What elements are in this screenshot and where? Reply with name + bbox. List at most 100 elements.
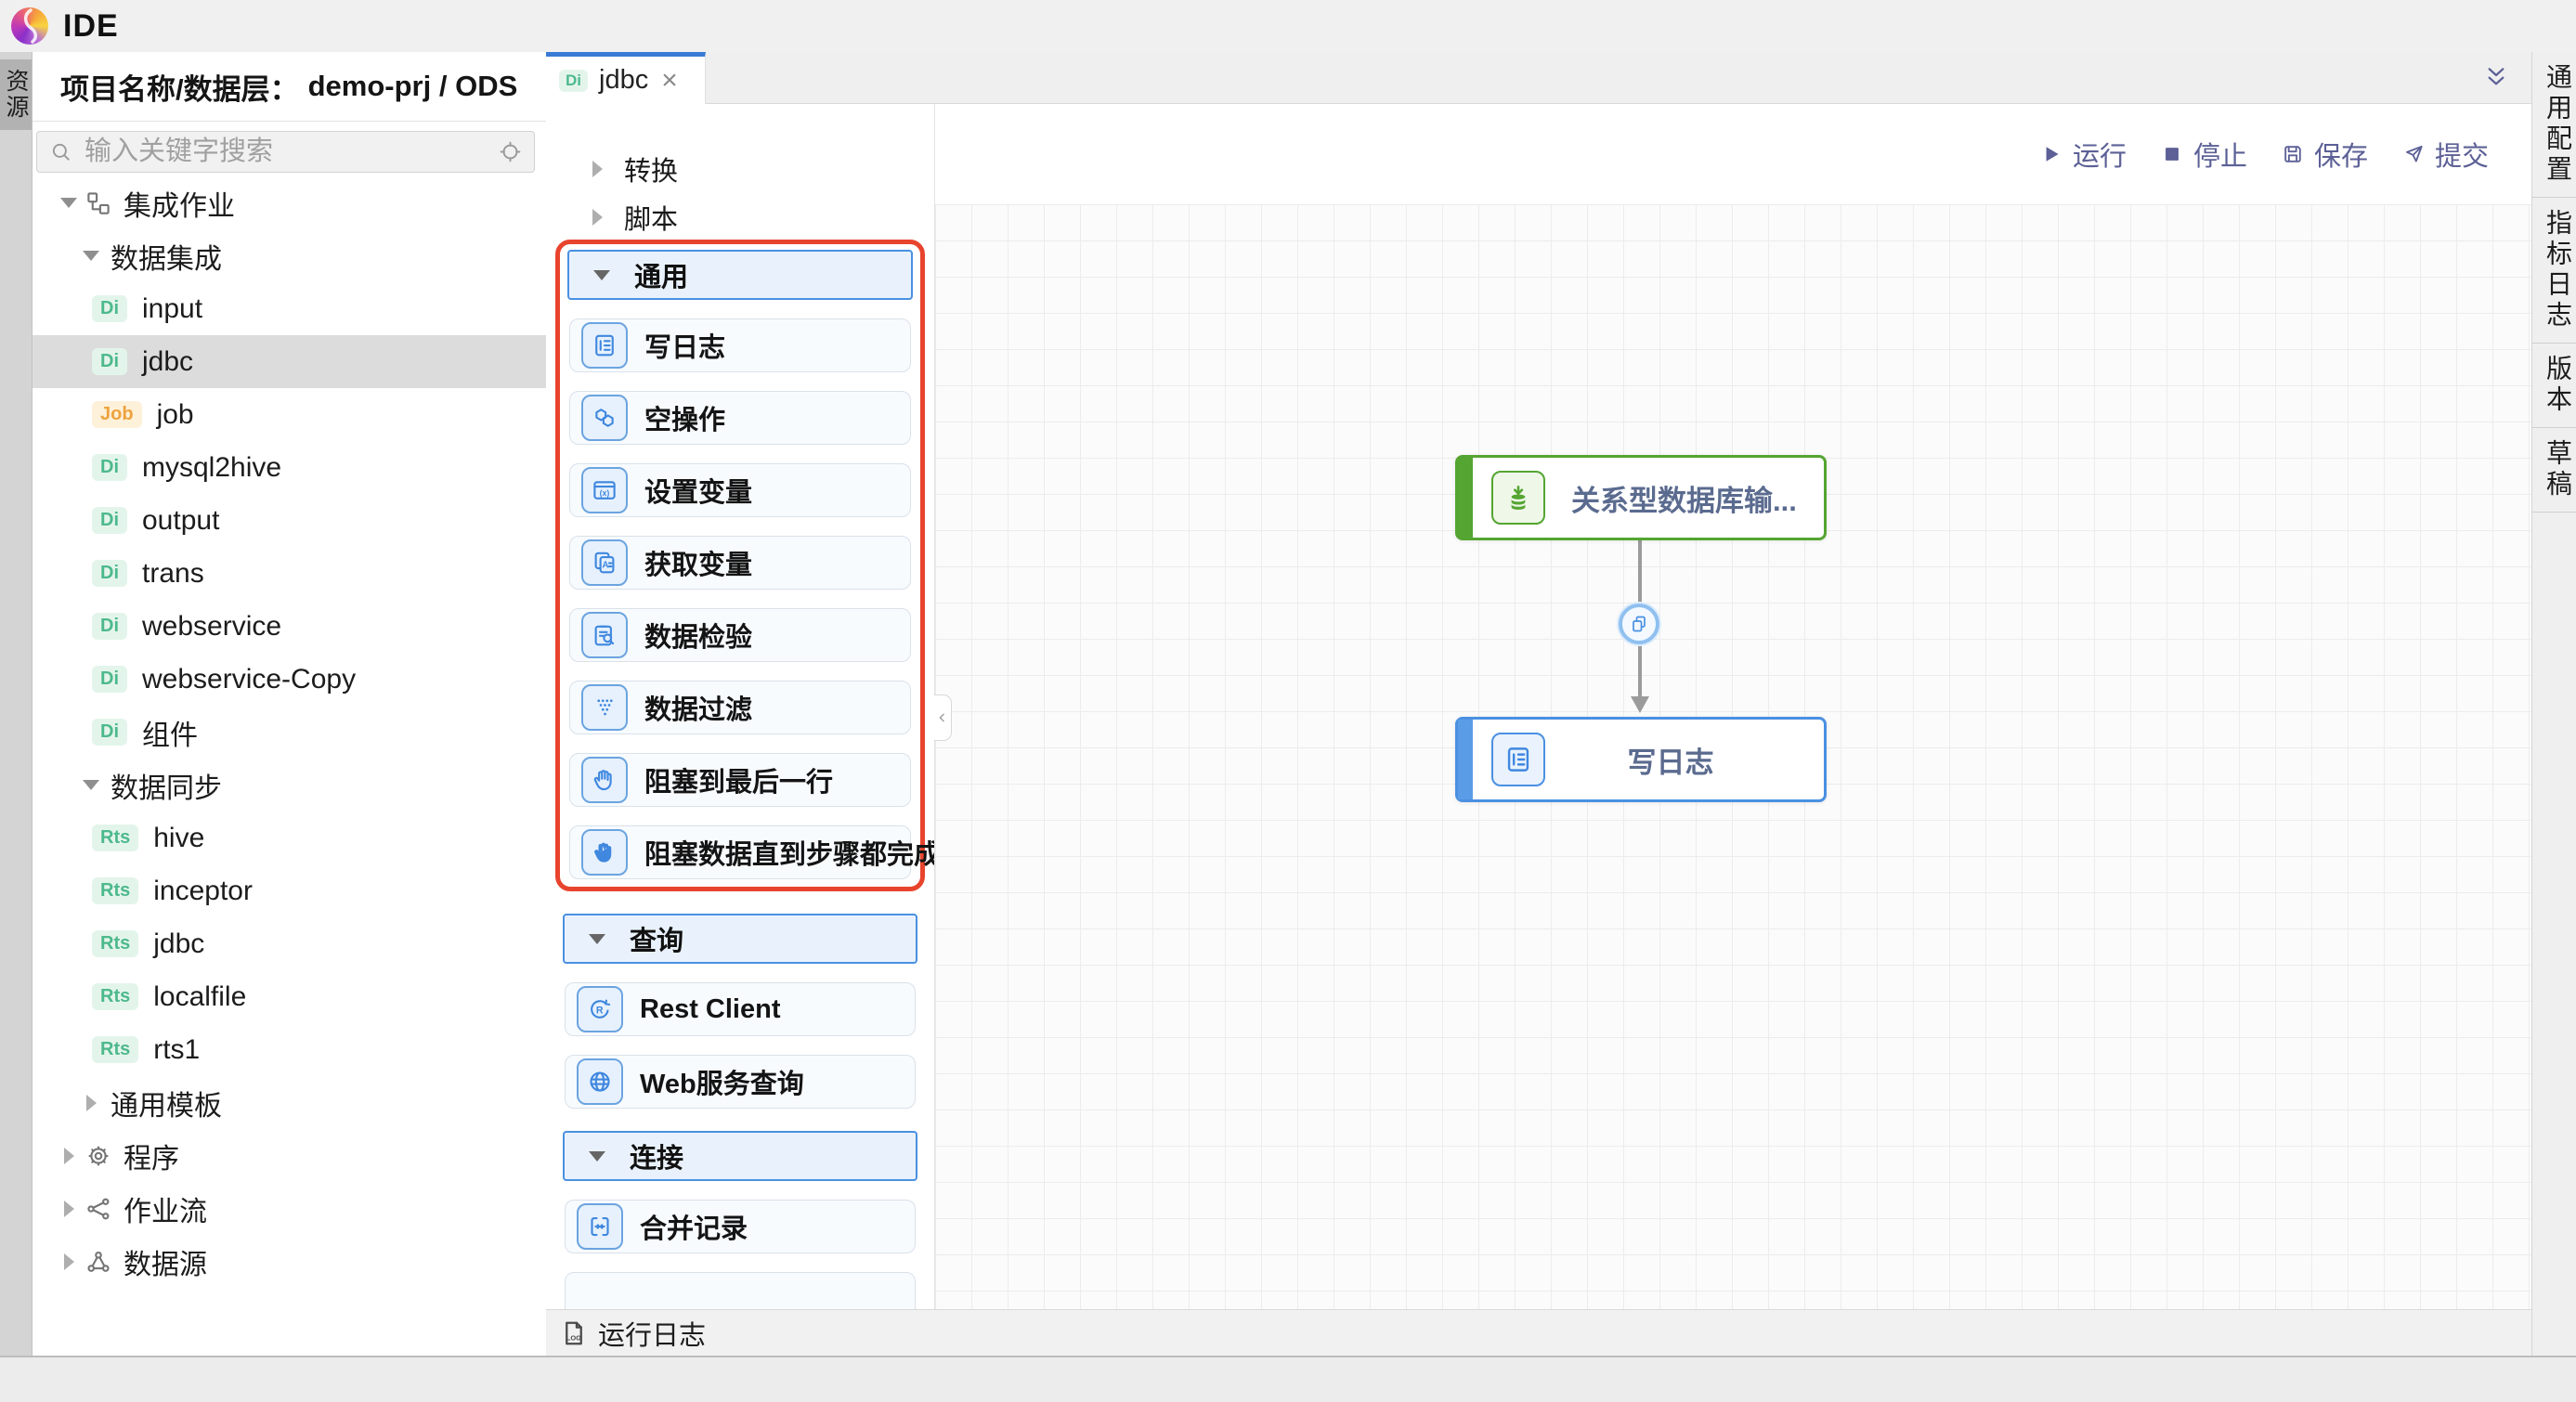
run-log-bar[interactable]: LOG 运行日志 <box>546 1309 2531 1356</box>
node-accent <box>1458 458 1473 538</box>
tree-item-label: jdbc <box>142 346 193 378</box>
palette-item-设置变量[interactable]: (x)设置变量 <box>569 463 911 517</box>
tree-item-通用模板[interactable]: 通用模板 <box>33 1076 546 1129</box>
type-badge-job: Job <box>92 401 142 428</box>
tree-item-output[interactable]: Dioutput <box>33 494 546 547</box>
right-rail-item-草稿[interactable]: 草稿 <box>2532 428 2576 513</box>
tree-item-input[interactable]: Diinput <box>33 282 546 335</box>
palette-collapse-handle[interactable] <box>934 695 952 741</box>
toolbar-button-保存[interactable]: 保存 <box>2281 135 2368 174</box>
caret-right-icon[interactable] <box>587 159 607 179</box>
node-write-log[interactable]: 写日志 <box>1455 717 1827 802</box>
tree-item-jdbc[interactable]: Rtsjdbc <box>33 917 546 970</box>
tree-item-job[interactable]: Jobjob <box>33 388 546 441</box>
tree-item-label: output <box>142 505 219 537</box>
tree-item-hive[interactable]: Rtshive <box>33 811 546 864</box>
node-label: 写日志 <box>1545 739 1796 781</box>
palette-item-partial[interactable] <box>565 1272 916 1309</box>
tree-item-label: localfile <box>153 981 246 1013</box>
toolbar-button-label: 提交 <box>2435 135 2489 174</box>
palette-item-Rest Client[interactable]: RRest Client <box>565 982 916 1036</box>
palette-item-label: 数据过滤 <box>644 688 752 727</box>
tab-close-icon[interactable]: × <box>661 67 678 95</box>
tree-item-mysql2hive[interactable]: Dimysql2hive <box>33 441 546 494</box>
caret-down-icon[interactable] <box>587 1146 607 1166</box>
palette-section-连接[interactable]: 连接 <box>563 1131 917 1181</box>
caret-right-icon[interactable] <box>59 1146 79 1166</box>
palette-group-label: 脚本 <box>624 198 678 237</box>
toolbar-button-停止[interactable]: 停止 <box>2160 135 2247 174</box>
right-rail-item-指标日志[interactable]: 指标日志 <box>2532 198 2576 344</box>
tree-item-数据源[interactable]: 数据源 <box>33 1235 546 1288</box>
palette-item-数据检验[interactable]: 数据检验 <box>569 608 911 662</box>
tree-item-数据集成[interactable]: 数据集成 <box>33 229 546 282</box>
caret-down-icon[interactable] <box>59 193 79 214</box>
rest-client-icon: R <box>577 986 623 1032</box>
datasource-icon <box>85 1248 112 1276</box>
tree-item-inceptor[interactable]: Rtsinceptor <box>33 864 546 917</box>
explorer-panel: 项目名称/数据层： demo-prj / ODS 集成作业数据集成Diinput… <box>33 52 547 1356</box>
tree-item-label: webservice <box>142 611 281 643</box>
palette-item-写日志[interactable]: 写日志 <box>569 318 911 372</box>
node-relational-db-input[interactable]: 关系型数据库输... <box>1455 455 1827 540</box>
palette-group-脚本[interactable]: 脚本 <box>546 193 934 241</box>
right-rail-item-版本[interactable]: 版本 <box>2532 344 2576 428</box>
crosshair-icon[interactable] <box>498 139 523 164</box>
svg-text:LOG: LOG <box>566 1333 581 1342</box>
caret-down-icon[interactable] <box>81 246 101 266</box>
toolbar-button-提交[interactable]: 提交 <box>2401 135 2489 174</box>
palette-section-查询[interactable]: 查询 <box>563 914 917 964</box>
palette-item-空操作[interactable]: 空操作 <box>569 391 911 445</box>
palette-section-通用[interactable]: 通用 <box>567 250 913 300</box>
tree-item-jdbc[interactable]: Dijdbc <box>33 335 546 388</box>
toolbar-button-运行[interactable]: 运行 <box>2039 135 2127 174</box>
caret-right-icon[interactable] <box>81 1093 101 1113</box>
log-icon <box>581 322 628 369</box>
caret-down-icon[interactable] <box>587 928 607 949</box>
caret-right-icon[interactable] <box>59 1199 79 1219</box>
project-header-value: demo-prj / ODS <box>308 70 518 103</box>
tree-item-集成作业[interactable]: 集成作业 <box>33 176 546 229</box>
tree-item-数据同步[interactable]: 数据同步 <box>33 759 546 811</box>
tree-item-label: 组件 <box>142 712 198 753</box>
tree-item-label: job <box>157 399 194 431</box>
tree-item-webservice[interactable]: Diwebservice <box>33 600 546 653</box>
tree-item-label: 程序 <box>124 1136 179 1176</box>
tree-item-label: 集成作业 <box>124 183 235 224</box>
tree-item-trans[interactable]: Ditrans <box>33 547 546 600</box>
edge-hop-copy-icon[interactable] <box>1619 604 1659 644</box>
caret-right-icon[interactable] <box>587 207 607 227</box>
tree-item-组件[interactable]: Di组件 <box>33 706 546 759</box>
svg-text:R: R <box>596 1006 604 1017</box>
palette-item-合并记录[interactable]: 合并记录 <box>565 1200 916 1253</box>
tree-item-localfile[interactable]: Rtslocalfile <box>33 970 546 1023</box>
red-annotation-box: 通用写日志空操作 (x)设置变量 A获取变量数据检验数据过滤阻塞到最后一行阻塞数据直… <box>555 240 925 891</box>
tree-item-label: 数据源 <box>124 1241 207 1282</box>
chevrons-down-icon[interactable] <box>2481 62 2511 92</box>
tree-item-作业流[interactable]: 作业流 <box>33 1182 546 1235</box>
tree-item-label: hive <box>153 823 204 854</box>
tab-jdbc[interactable]: Di jdbc × <box>546 52 706 104</box>
tree-item-label: mysql2hive <box>142 452 281 484</box>
step-palette: 转换脚本通用写日志空操作 (x)设置变量 A获取变量数据检验数据过滤阻塞到最后一行阻… <box>546 104 935 1309</box>
rail-tab-resources[interactable]: 资源 <box>0 59 32 130</box>
palette-item-Web服务查询[interactable]: Web服务查询 <box>565 1055 916 1109</box>
globe-icon <box>577 1058 623 1105</box>
tree-item-webservice-Copy[interactable]: Diwebservice-Copy <box>33 653 546 706</box>
palette-item-数据过滤[interactable]: 数据过滤 <box>569 681 911 734</box>
palette-item-阻塞到最后一行[interactable]: 阻塞到最后一行 <box>569 753 911 807</box>
search-input[interactable] <box>83 136 498 168</box>
tree-item-程序[interactable]: 程序 <box>33 1129 546 1182</box>
palette-item-阻塞数据直到步骤都完成[interactable]: 阻塞数据直到步骤都完成 <box>569 825 911 879</box>
caret-down-icon[interactable] <box>592 265 612 285</box>
tab-label: jdbc <box>599 65 648 96</box>
flow-canvas[interactable]: 关系型数据库输... 写日志 <box>935 204 2531 1309</box>
palette-group-转换[interactable]: 转换 <box>546 145 934 193</box>
palette-item-获取变量[interactable]: A获取变量 <box>569 536 911 590</box>
right-rail-item-通用配置[interactable]: 通用配置 <box>2532 52 2576 198</box>
project-header-label: 项目名称/数据层： <box>60 66 299 108</box>
tree-item-rts1[interactable]: Rtsrts1 <box>33 1023 546 1076</box>
caret-down-icon[interactable] <box>81 775 101 796</box>
caret-right-icon[interactable] <box>59 1252 79 1272</box>
data-filter-icon <box>581 684 628 731</box>
